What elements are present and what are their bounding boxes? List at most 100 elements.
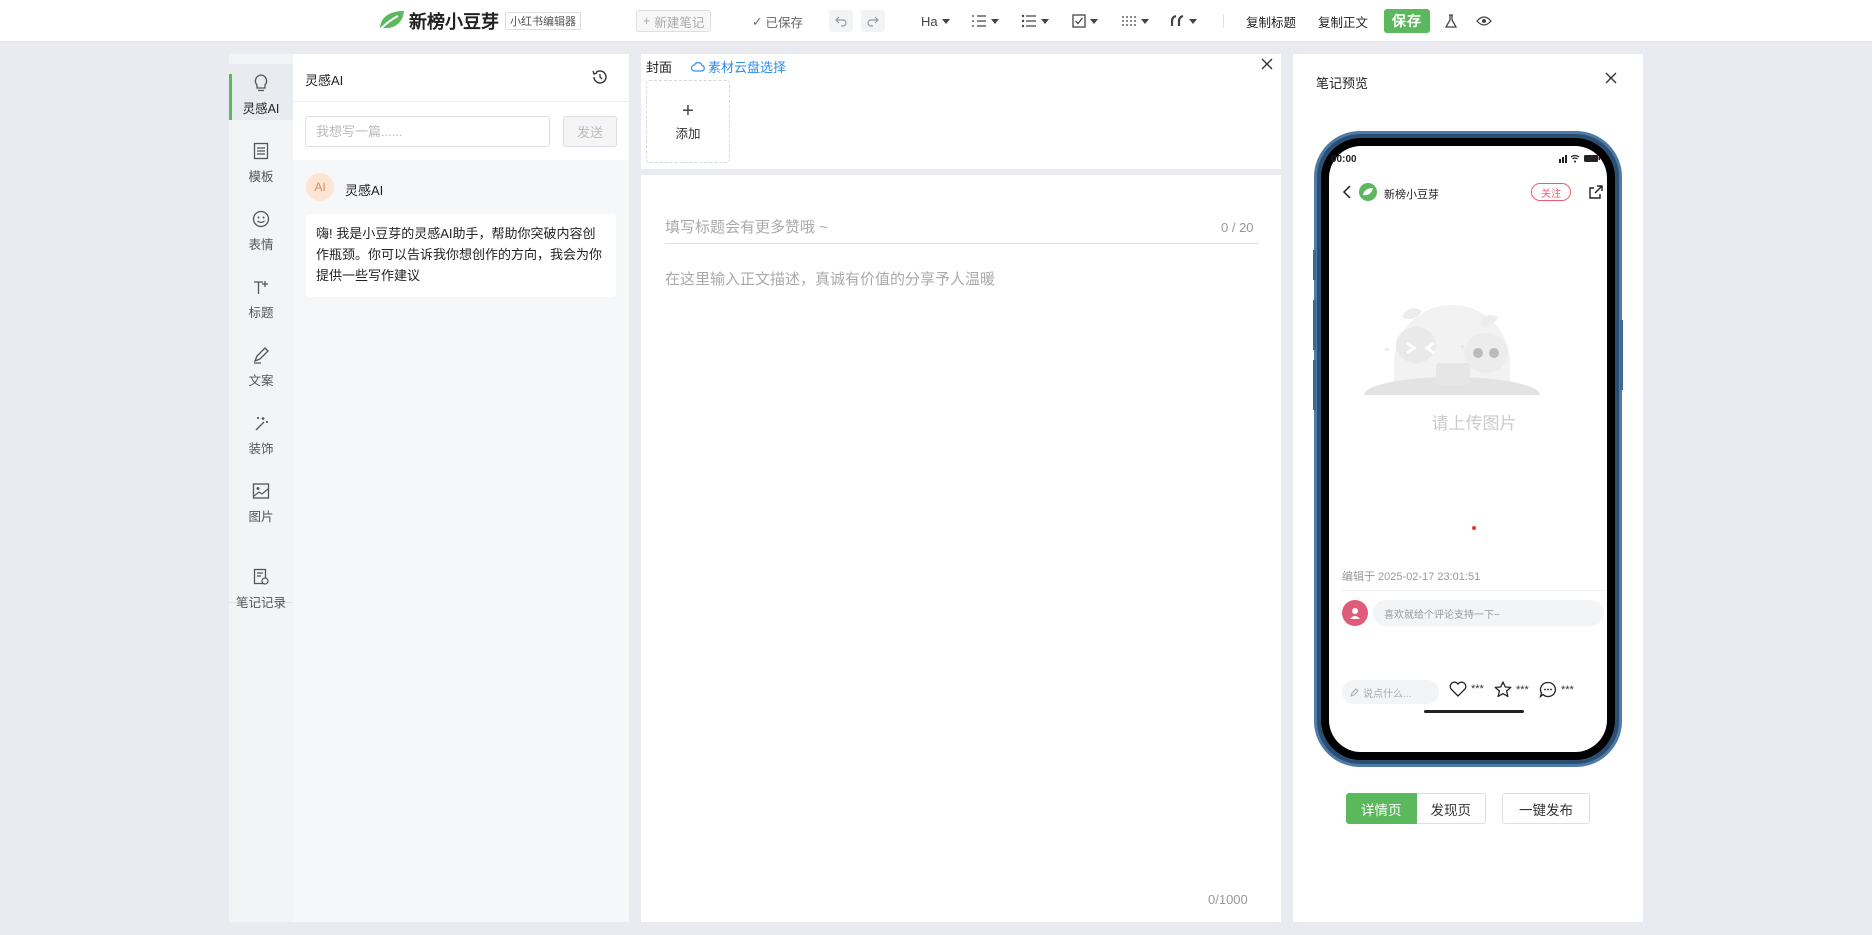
cloud-select-label: 素材云盘选择 — [708, 60, 787, 75]
like-button[interactable]: *** — [1449, 681, 1484, 697]
tool-sidebar: 灵感AI 模板 表情 标题 文案 装饰 图片 笔记记录 — [229, 54, 293, 922]
title-icon — [254, 281, 268, 294]
edited-time: 编辑于 2025-02-17 23:01:51 — [1342, 571, 1481, 583]
note-title-input[interactable] — [665, 212, 1259, 244]
undo-icon — [835, 16, 847, 27]
cloud-icon — [691, 62, 705, 72]
sidebar-item-label: 装饰 — [248, 442, 274, 456]
follow-button[interactable]: 关注 — [1531, 183, 1571, 201]
logo-leaf-icon — [376, 8, 406, 34]
preview-title: 笔记预览 — [1316, 76, 1369, 91]
copy-title-button[interactable]: 复制标题 — [1246, 0, 1296, 42]
close-preview-button[interactable] — [1605, 72, 1617, 84]
add-cover-button[interactable]: + 添加 — [646, 80, 730, 163]
saved-label: 已保存 — [765, 15, 803, 30]
tab-detail-page[interactable]: 详情页 — [1346, 793, 1417, 824]
account-avatar — [1359, 183, 1377, 201]
save-button[interactable]: 保存 — [1384, 9, 1430, 33]
collect-button[interactable]: *** — [1494, 681, 1529, 698]
heading-dropdown[interactable]: Ha — [921, 0, 950, 42]
ai-panel-title: 灵感AI — [305, 73, 344, 88]
cover-label: 封面 — [646, 60, 673, 75]
comment-bubble-icon — [1539, 681, 1557, 698]
sidebar-item-decoration[interactable]: 装饰 — [229, 404, 293, 460]
chevron-down-icon — [991, 18, 999, 24]
svg-text:+: + — [1384, 345, 1390, 356]
magic-wand-icon — [255, 417, 268, 431]
sidebar-item-emoji[interactable]: 表情 — [229, 200, 293, 256]
comment-button[interactable]: *** — [1539, 681, 1574, 698]
cover-panel: 封面 素材云盘选择 + 添加 — [641, 54, 1281, 169]
account-name: 新榜小豆芽 — [1384, 189, 1439, 201]
sidebar-item-label: 表情 — [248, 238, 274, 252]
clock-history-icon — [592, 70, 607, 84]
user-icon — [1350, 608, 1360, 619]
divider-dropdown[interactable] — [1121, 0, 1149, 42]
sidebar-item-template[interactable]: 模板 — [229, 132, 293, 188]
quote-icon — [1171, 15, 1184, 26]
tab-discover-page[interactable]: 发现页 — [1416, 793, 1486, 824]
leaf-icon — [1363, 188, 1373, 196]
quote-dropdown[interactable] — [1171, 0, 1197, 42]
sidebar-item-image[interactable]: 图片 — [229, 472, 293, 528]
phone-screen: 00:00 新榜小豆芽 关注 + + 请上传图片 编辑于 2025-02-17 … — [1331, 148, 1617, 754]
cloud-select-link[interactable]: 素材云盘选择 — [691, 57, 786, 76]
chevron-down-icon — [1141, 18, 1149, 24]
back-icon[interactable] — [1342, 185, 1352, 199]
saved-status: ✓ 已保存 — [752, 0, 803, 42]
plus-icon: + — [682, 100, 694, 122]
toolbar-divider — [1223, 14, 1224, 28]
close-button[interactable] — [1261, 58, 1273, 70]
comment-count: *** — [1561, 683, 1574, 696]
send-button[interactable]: 发送 — [563, 116, 617, 147]
undo-button[interactable] — [829, 10, 853, 32]
pencil-icon — [1350, 687, 1359, 697]
app-title: 新榜小豆芽 — [409, 12, 499, 32]
add-cover-label: 添加 — [675, 127, 701, 141]
flask-icon — [1444, 14, 1458, 28]
sidebar-item-label: 图片 — [248, 510, 274, 524]
chevron-down-icon — [1090, 18, 1098, 24]
preview-toggle-button[interactable] — [1476, 0, 1492, 42]
bullet-list-icon — [1021, 14, 1036, 28]
title-char-count: 0 / 20 — [1221, 220, 1254, 235]
sidebar-item-label: 文案 — [248, 374, 274, 388]
redo-button[interactable] — [861, 10, 885, 32]
ai-avatar: AI — [306, 173, 334, 201]
ai-prompt-input[interactable] — [305, 116, 550, 147]
sidebar-item-note-history[interactable]: 笔记记录 — [229, 558, 293, 620]
flask-button[interactable] — [1444, 0, 1458, 42]
star-icon — [1494, 681, 1512, 698]
pen-icon — [253, 347, 269, 364]
history-button[interactable] — [591, 68, 609, 86]
say-something-input[interactable]: 说点什么... — [1342, 680, 1439, 704]
ai-message-bubble: 嗨! 我是小豆芽的灵感AI助手，帮助你突破内容创作瓶颈。你可以告诉我你想创作的方… — [306, 214, 616, 297]
like-count: *** — [1471, 683, 1484, 695]
sidebar-item-copywriting[interactable]: 文案 — [229, 336, 293, 392]
bullet-list-dropdown[interactable] — [1021, 0, 1049, 42]
upload-hint: 请上传图片 — [1431, 414, 1517, 433]
sidebar-item-title[interactable]: 标题 — [229, 268, 293, 324]
new-note-button[interactable]: + 新建笔记 — [636, 10, 712, 32]
checkbox-dropdown[interactable] — [1072, 0, 1098, 42]
editor-body-panel: 0 / 20 0/1000 — [641, 175, 1281, 922]
comment-input[interactable]: 喜欢就给个评论支持一下~ — [1373, 600, 1604, 626]
image-icon — [252, 483, 270, 499]
say-placeholder: 说点什么... — [1363, 688, 1412, 700]
status-time: 00:00 — [1331, 154, 1357, 165]
check-icon: ✓ — [752, 14, 763, 29]
sidebar-item-ai[interactable]: 灵感AI — [229, 64, 293, 120]
copy-body-button[interactable]: 复制正文 — [1318, 0, 1368, 42]
body-char-count: 0/1000 — [1208, 892, 1248, 907]
share-icon[interactable] — [1589, 185, 1603, 199]
sidebar-item-label: 笔记记录 — [235, 596, 286, 610]
sidebar-item-label: 灵感AI — [242, 102, 280, 116]
carousel-dot — [1472, 526, 1476, 530]
redo-icon — [867, 16, 879, 27]
ai-assistant-name: 灵感AI — [345, 183, 384, 198]
bulb-icon — [254, 74, 268, 92]
ordered-list-dropdown[interactable] — [971, 0, 999, 42]
chevron-down-icon — [941, 18, 950, 24]
note-body-input[interactable] — [665, 268, 1259, 788]
publish-button[interactable]: 一键发布 — [1502, 793, 1590, 824]
